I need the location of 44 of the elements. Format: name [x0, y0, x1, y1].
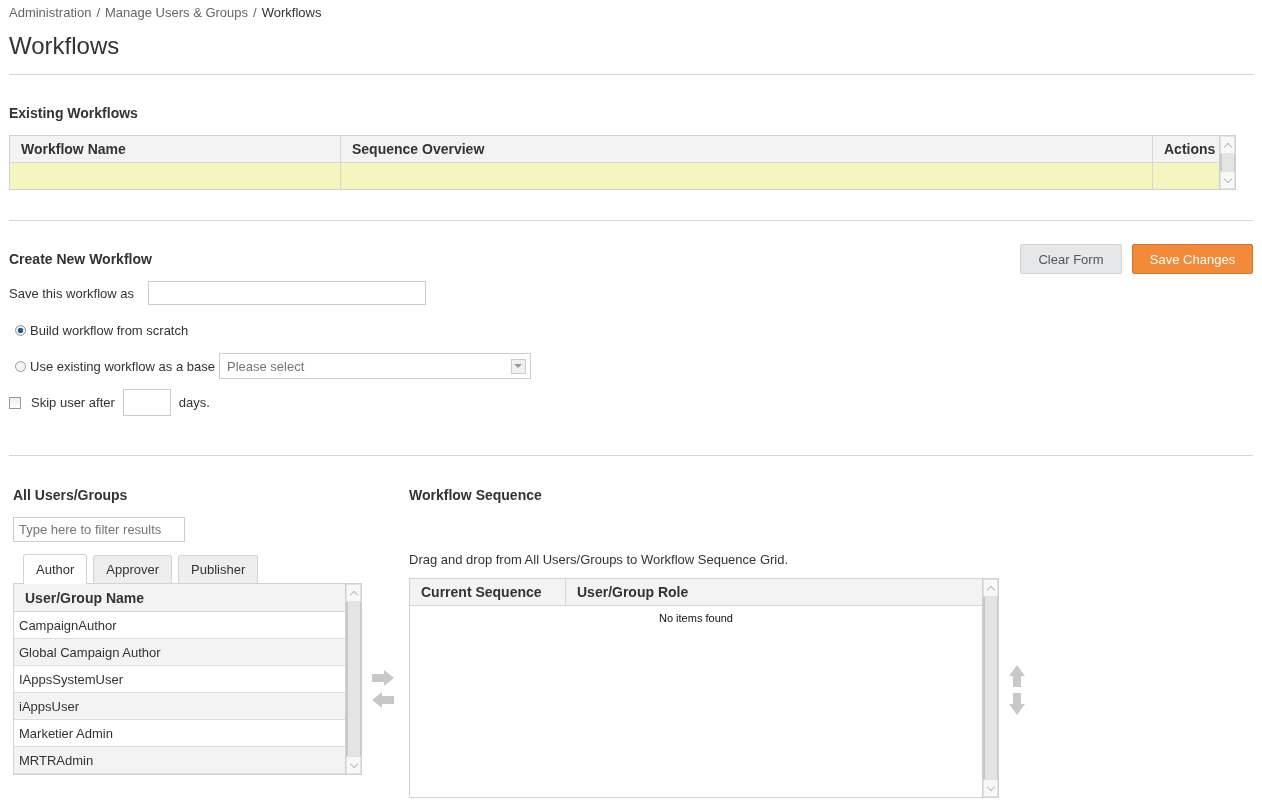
field-label: days. — [178, 395, 210, 410]
user-row[interactable]: iAppsUser — [14, 693, 345, 720]
tab[interactable]: Approver — [93, 555, 173, 583]
current-page-label: Workflows — [261, 5, 322, 20]
clear-button[interactable]: Clear Form — [1020, 244, 1122, 274]
tab[interactable]: Publisher — [178, 555, 259, 583]
column-header: User/Group Name — [14, 584, 345, 612]
tab[interactable]: Author — [23, 554, 88, 584]
section-heading: Existing Workflows — [9, 105, 139, 121]
field-label: Save this workflow as — [9, 285, 134, 301]
right-arrow-icon[interactable] — [372, 670, 394, 686]
column-header: Actions — [1163, 140, 1217, 159]
scrollbar[interactable] — [982, 578, 999, 798]
days-field[interactable] — [122, 389, 171, 416]
radio-label[interactable]: Build workflow from scratch — [30, 322, 189, 338]
user-row[interactable]: MRTRAdmin — [14, 747, 345, 774]
filter-field[interactable]: Type here to filter results — [13, 517, 185, 542]
breadcrumb-separator: / — [253, 5, 257, 20]
section-heading: All Users/Groups — [13, 487, 129, 503]
breadcrumb-separator: / — [96, 5, 100, 20]
column-header: Sequence Overview — [341, 136, 1153, 162]
empty-message: No items found — [659, 612, 733, 624]
section-heading: Create New Workflow — [9, 251, 153, 267]
breadcrumb-link[interactable]: Manage Users & Groups — [105, 5, 249, 20]
checkbox-label[interactable]: Skip user after — [31, 395, 115, 410]
left-arrow-icon[interactable] — [372, 692, 394, 708]
column-header: Workflow Name — [10, 136, 341, 162]
radio-button[interactable] — [15, 360, 26, 372]
up-arrow-icon[interactable] — [1009, 665, 1025, 687]
instruction-text: Drag and drop from All Users/Groups to Workflow Sequence Grid. — [409, 552, 790, 567]
radio-button[interactable] — [15, 324, 26, 336]
scrollbar[interactable] — [1219, 135, 1236, 190]
page-title: Workflows — [9, 32, 121, 60]
workflow-select[interactable]: Please select — [219, 353, 531, 379]
breadcrumb-link[interactable]: Administration — [9, 5, 92, 20]
user-row[interactable]: Global Campaign Author — [14, 639, 345, 666]
down-arrow-icon[interactable] — [1009, 693, 1025, 715]
column-header: Current Sequence — [410, 579, 566, 605]
column-header: User/Group Role — [576, 583, 689, 602]
checkbox[interactable] — [9, 396, 21, 409]
workflow-name-field[interactable] — [148, 281, 426, 305]
section-heading: Workflow Sequence — [409, 487, 543, 503]
scrollbar[interactable] — [345, 583, 362, 775]
radio-label[interactable]: Use existing workflow as a base — [30, 358, 215, 374]
